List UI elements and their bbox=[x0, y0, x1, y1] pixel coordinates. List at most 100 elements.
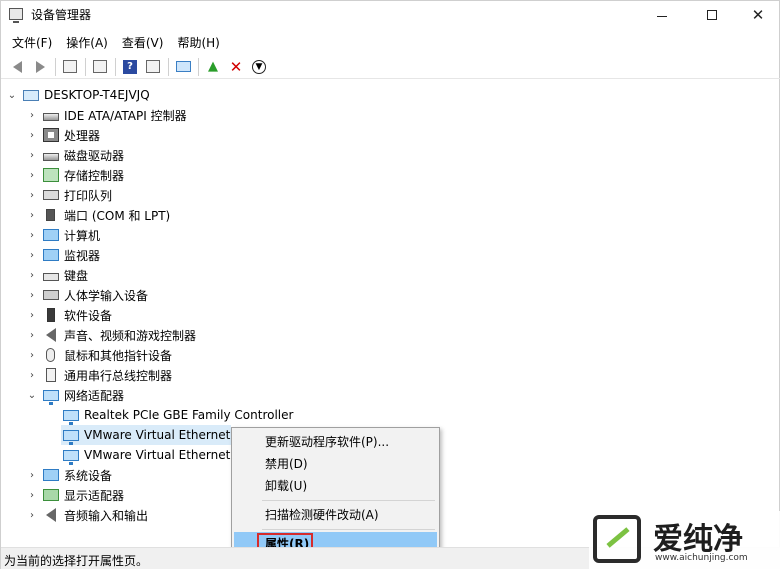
tree-item-storage[interactable]: › 存储控制器 bbox=[27, 165, 124, 185]
tree-item-label: VMware Virtual Ethernet bbox=[84, 428, 231, 442]
tree-item-vmware[interactable]: VMware Virtual Ethernet bbox=[63, 445, 230, 465]
network-adapter-icon bbox=[63, 429, 79, 445]
chevron-right-icon[interactable]: › bbox=[27, 470, 37, 481]
tree-item-sound[interactable]: › 声音、视频和游戏控制器 bbox=[27, 325, 196, 345]
chevron-down-icon[interactable]: ⌄ bbox=[7, 90, 17, 101]
forward-icon bbox=[35, 60, 45, 73]
maximize-button[interactable] bbox=[689, 1, 735, 29]
uninstall-icon: ✕ bbox=[229, 57, 243, 76]
tree-item-hid[interactable]: › 人体学输入设备 bbox=[27, 285, 148, 305]
chevron-right-icon[interactable]: › bbox=[27, 230, 37, 241]
menu-bar: 文件(F) 操作(A) 查看(V) 帮助(H) bbox=[1, 31, 780, 53]
chevron-right-icon[interactable]: › bbox=[27, 150, 37, 161]
properties-button[interactable] bbox=[89, 57, 111, 77]
chevron-right-icon[interactable]: › bbox=[27, 310, 37, 321]
chevron-right-icon[interactable]: › bbox=[27, 190, 37, 201]
computer-icon bbox=[43, 229, 59, 241]
network-adapter-icon bbox=[63, 449, 79, 465]
tree-item-usb[interactable]: › 通用串行总线控制器 bbox=[27, 365, 172, 385]
tree-item-processor[interactable]: › 处理器 bbox=[27, 125, 100, 145]
maximize-icon bbox=[707, 10, 717, 20]
monitor-scan-icon bbox=[175, 61, 191, 72]
computer-icon bbox=[23, 89, 39, 101]
chevron-right-icon[interactable]: › bbox=[27, 330, 37, 341]
menu-help[interactable]: 帮助(H) bbox=[170, 31, 226, 53]
tree-item-print-queue[interactable]: › 打印队列 bbox=[27, 185, 112, 205]
tree-item-monitor[interactable]: › 监视器 bbox=[27, 245, 100, 265]
chevron-right-icon[interactable]: › bbox=[27, 110, 37, 121]
network-adapter-icon bbox=[43, 389, 59, 405]
display-adapter-icon bbox=[43, 489, 59, 501]
tree-item-ports[interactable]: › 端口 (COM 和 LPT) bbox=[27, 205, 170, 225]
disable-button[interactable]: ▼ bbox=[248, 57, 270, 77]
disk-drive-icon bbox=[43, 152, 59, 161]
menu-item-scan-hardware[interactable]: 扫描检测硬件改动(A) bbox=[234, 503, 437, 525]
update-driver-button[interactable]: ▲ bbox=[202, 57, 224, 77]
tree-item-network-adapters[interactable]: ⌄ 网络适配器 bbox=[27, 385, 124, 405]
tree-item-label: 声音、视频和游戏控制器 bbox=[64, 328, 197, 343]
tree-root[interactable]: ⌄ DESKTOP-T4EJVJQ bbox=[7, 85, 150, 105]
menu-item-update-driver[interactable]: 更新驱动程序软件(P)... bbox=[234, 430, 437, 452]
chevron-right-icon[interactable]: › bbox=[27, 210, 37, 221]
chevron-right-icon[interactable]: › bbox=[27, 290, 37, 301]
tree-item-ide[interactable]: › IDE ATA/ATAPI 控制器 bbox=[27, 105, 187, 125]
software-device-icon bbox=[47, 308, 55, 322]
chevron-right-icon[interactable]: › bbox=[27, 270, 37, 281]
chevron-down-icon[interactable]: ⌄ bbox=[27, 390, 37, 401]
minimize-button[interactable] bbox=[639, 1, 685, 29]
menu-item-uninstall[interactable]: 卸载(U) bbox=[234, 474, 437, 496]
back-button[interactable] bbox=[6, 57, 28, 77]
help-button[interactable]: ? bbox=[119, 57, 141, 77]
toolbar-separator bbox=[85, 57, 86, 76]
tree-item-software-device[interactable]: › 软件设备 bbox=[27, 305, 112, 325]
chevron-right-icon[interactable]: › bbox=[27, 250, 37, 261]
tree-item-label: 音频输入和输出 bbox=[64, 508, 149, 523]
tree-item-label: 存储控制器 bbox=[64, 168, 125, 183]
monitor-icon bbox=[43, 249, 59, 261]
context-menu: 更新驱动程序软件(P)... 禁用(D) 卸载(U) 扫描检测硬件改动(A) 属… bbox=[231, 427, 440, 559]
close-icon: ✕ bbox=[751, 6, 765, 24]
chevron-right-icon[interactable]: › bbox=[27, 510, 37, 521]
tree-item-label: 系统设备 bbox=[64, 468, 113, 483]
tree-item-label: 软件设备 bbox=[64, 308, 113, 323]
tree-item-label: 显示适配器 bbox=[64, 488, 125, 503]
watermark-logo-icon bbox=[593, 515, 641, 563]
tree-item-computer[interactable]: › 计算机 bbox=[27, 225, 100, 245]
tree-item-realtek[interactable]: Realtek PCIe GBE Family Controller bbox=[63, 405, 293, 425]
tree-item-system-devices[interactable]: › 系统设备 bbox=[27, 465, 112, 485]
show-hide-tree-button[interactable] bbox=[59, 57, 81, 77]
processor-icon bbox=[43, 128, 59, 142]
tree-item-vmware-selected[interactable]: VMware Virtual Ethernet bbox=[61, 425, 231, 445]
uninstall-button[interactable]: ✕ bbox=[225, 57, 247, 77]
view-button[interactable] bbox=[142, 57, 164, 77]
tree-item-label: 打印队列 bbox=[64, 188, 113, 203]
update-driver-icon: ▲ bbox=[208, 59, 218, 74]
scan-hardware-button[interactable] bbox=[172, 57, 194, 77]
view-icon bbox=[146, 60, 160, 73]
tree-item-mouse[interactable]: › 鼠标和其他指针设备 bbox=[27, 345, 172, 365]
close-button[interactable]: ✕ bbox=[735, 1, 780, 29]
chevron-right-icon[interactable]: › bbox=[27, 370, 37, 381]
storage-controller-icon bbox=[43, 168, 59, 182]
chevron-right-icon[interactable]: › bbox=[27, 170, 37, 181]
tree-item-label: 鼠标和其他指针设备 bbox=[64, 348, 173, 363]
tree-item-display-adapters[interactable]: › 显示适配器 bbox=[27, 485, 124, 505]
tree-item-keyboard[interactable]: › 键盘 bbox=[27, 265, 88, 285]
forward-button[interactable] bbox=[29, 57, 51, 77]
tree-item-label: 监视器 bbox=[64, 248, 101, 263]
tree-item-label: 端口 (COM 和 LPT) bbox=[64, 208, 171, 223]
chevron-right-icon[interactable]: › bbox=[27, 490, 37, 501]
chevron-right-icon[interactable]: › bbox=[27, 350, 37, 361]
mouse-icon bbox=[46, 348, 55, 362]
tree-item-label: 磁盘驱动器 bbox=[64, 148, 125, 163]
menu-file[interactable]: 文件(F) bbox=[5, 31, 59, 53]
chevron-right-icon[interactable]: › bbox=[27, 130, 37, 141]
menu-item-disable[interactable]: 禁用(D) bbox=[234, 452, 437, 474]
tree-item-disk[interactable]: › 磁盘驱动器 bbox=[27, 145, 124, 165]
tree-item-audio-io[interactable]: › 音频输入和输出 bbox=[27, 505, 148, 525]
speaker-icon bbox=[46, 508, 56, 522]
tree-item-label: 计算机 bbox=[64, 228, 101, 243]
menu-action[interactable]: 操作(A) bbox=[59, 31, 115, 53]
menu-view[interactable]: 查看(V) bbox=[115, 31, 171, 53]
tree-item-label: Realtek PCIe GBE Family Controller bbox=[84, 408, 294, 422]
